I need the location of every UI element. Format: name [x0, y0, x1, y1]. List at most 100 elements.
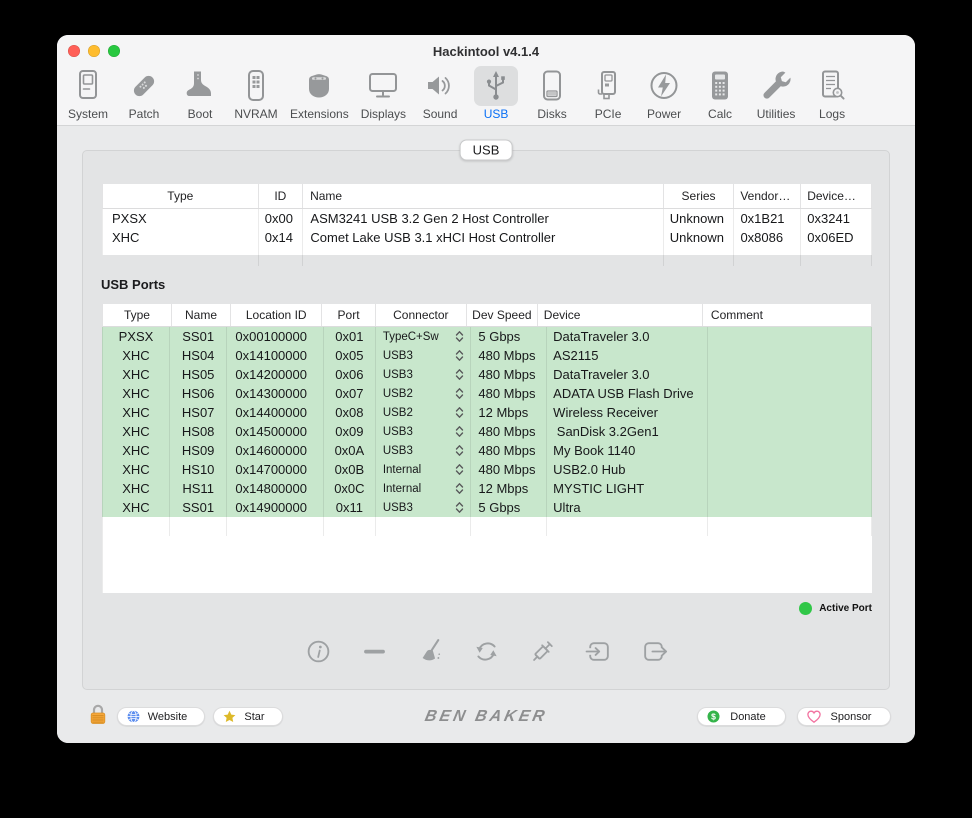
- usb-port-row[interactable]: XHC HS11 0x14800000 0x0C Internal 12 Mbp…: [102, 479, 872, 498]
- toolbar-item-extensions[interactable]: Extensions: [284, 66, 355, 121]
- cell-comment: [708, 498, 872, 517]
- column-header-type[interactable]: Type: [103, 184, 259, 208]
- nvram-icon: [234, 66, 278, 106]
- donate-button[interactable]: $ Donate: [697, 707, 786, 726]
- clean-button[interactable]: [417, 638, 444, 665]
- cell-name: ASM3241 USB 3.2 Gen 2 Host Controller: [303, 209, 664, 228]
- column-header-series[interactable]: Series: [664, 184, 735, 208]
- connector-popup[interactable]: TypeC+Sw: [376, 327, 472, 346]
- cell-series: Unknown: [664, 209, 735, 228]
- connector-popup[interactable]: USB3: [376, 365, 472, 384]
- connector-popup[interactable]: USB3: [376, 498, 472, 517]
- column-header-connector[interactable]: Connector: [376, 304, 467, 326]
- logs-icon: [810, 66, 854, 106]
- inject-icon: [532, 641, 553, 661]
- connector-popup[interactable]: Internal: [376, 460, 472, 479]
- usb-port-row[interactable]: XHC HS06 0x14300000 0x07 USB2 480 Mbps A…: [102, 384, 872, 403]
- usb-port-row[interactable]: XHC HS04 0x14100000 0x05 USB3 480 Mbps A…: [102, 346, 872, 365]
- toolbar-item-system[interactable]: System: [60, 66, 116, 121]
- usb-ports-section-title: USB Ports: [101, 277, 166, 292]
- toolbar-item-nvram[interactable]: NVRAM: [228, 66, 284, 121]
- stepper-icon: [456, 331, 464, 342]
- cell-port: 0x06: [324, 365, 376, 384]
- connector-value: USB3: [382, 368, 413, 381]
- toolbar-item-disks[interactable]: Disks: [524, 66, 580, 121]
- column-header-name[interactable]: Name: [303, 184, 664, 208]
- refresh-button[interactable]: [473, 638, 500, 665]
- cell-name: HS05: [170, 365, 228, 384]
- cell-port: 0x05: [324, 346, 376, 365]
- controller-row[interactable]: XHC 0x14 Comet Lake USB 3.1 xHCI Host Co…: [102, 228, 872, 247]
- usb-port-row[interactable]: PXSX SS01 0x00100000 0x01 TypeC+Sw 5 Gbp…: [102, 327, 872, 346]
- connector-popup[interactable]: USB3: [376, 346, 472, 365]
- close-button[interactable]: [68, 45, 80, 57]
- controller-row[interactable]: PXSX 0x00 ASM3241 USB 3.2 Gen 2 Host Con…: [102, 209, 872, 228]
- import-button[interactable]: [585, 638, 612, 665]
- info-button[interactable]: [305, 638, 332, 665]
- column-header-vendor[interactable]: Vendor…: [734, 184, 802, 208]
- usb-port-row[interactable]: XHC SS01 0x14900000 0x11 USB3 5 Gbps Ult…: [102, 498, 872, 517]
- column-header-comment[interactable]: Comment: [703, 304, 872, 326]
- column-header-id[interactable]: ID: [259, 184, 304, 208]
- toolbar-item-sound[interactable]: Sound: [412, 66, 468, 121]
- sponsor-button[interactable]: Sponsor: [797, 707, 891, 726]
- connector-popup[interactable]: Internal: [376, 479, 472, 498]
- usb-port-row[interactable]: XHC HS07 0x14400000 0x08 USB2 12 Mbps Wi…: [102, 403, 872, 422]
- usb-port-row[interactable]: XHC HS05 0x14200000 0x06 USB3 480 Mbps D…: [102, 365, 872, 384]
- connector-value: USB3: [382, 501, 413, 514]
- remove-button[interactable]: [361, 638, 388, 665]
- star-button[interactable]: Star: [213, 707, 283, 726]
- column-header-port[interactable]: Port: [322, 304, 376, 326]
- column-header-device[interactable]: Device: [538, 304, 703, 326]
- website-button[interactable]: Website: [117, 707, 205, 726]
- column-header-type[interactable]: Type: [103, 304, 172, 326]
- lock-icon[interactable]: [88, 703, 108, 731]
- inject-button[interactable]: [529, 638, 556, 665]
- toolbar-item-label: System: [67, 107, 108, 121]
- toolbar-item-power[interactable]: Power: [636, 66, 692, 121]
- toolbar-item-patch[interactable]: Patch: [116, 66, 172, 121]
- toolbar-item-boot[interactable]: Boot: [172, 66, 228, 121]
- usb-icon: [474, 66, 519, 106]
- cell-type: PXSX: [103, 209, 259, 228]
- zoom-button[interactable]: [108, 45, 120, 57]
- connector-popup[interactable]: USB3: [376, 422, 472, 441]
- cell-location-id: 0x14500000: [227, 422, 324, 441]
- toolbar-item-displays[interactable]: Displays: [355, 66, 412, 121]
- displays-icon: [361, 66, 405, 106]
- usb-port-row[interactable]: XHC HS09 0x14600000 0x0A USB3 480 Mbps M…: [102, 441, 872, 460]
- usb-port-row[interactable]: XHC HS10 0x14700000 0x0B Internal 480 Mb…: [102, 460, 872, 479]
- stepper-icon: [456, 483, 464, 494]
- stepper-icon: [456, 464, 464, 475]
- pcie-icon: [586, 66, 630, 106]
- column-header-name[interactable]: Name: [172, 304, 232, 326]
- cell-comment: [708, 460, 872, 479]
- export-button[interactable]: [641, 638, 668, 665]
- connector-popup[interactable]: USB3: [376, 441, 472, 460]
- column-header-device[interactable]: Device…: [801, 184, 872, 208]
- stepper-icon: [456, 445, 464, 456]
- usb-port-row[interactable]: XHC HS08 0x14500000 0x09 USB3 480 Mbps S…: [102, 422, 872, 441]
- column-header-dev-speed[interactable]: Dev Speed: [467, 304, 538, 326]
- cell-location-id: 0x00100000: [227, 327, 324, 346]
- toolbar-item-pcie[interactable]: PCIe: [580, 66, 636, 121]
- toolbar-item-utilities[interactable]: Utilities: [748, 66, 804, 121]
- connector-popup[interactable]: USB2: [376, 384, 472, 403]
- stepper-icon: [456, 407, 464, 418]
- minimize-button[interactable]: [88, 45, 100, 57]
- connector-popup[interactable]: USB2: [376, 403, 472, 422]
- patch-icon: [122, 66, 166, 106]
- cell-name: HS08: [170, 422, 228, 441]
- cell-dev-speed: 480 Mbps: [471, 422, 548, 441]
- cell-type: XHC: [103, 403, 170, 422]
- toolbar-item-label: Displays: [360, 107, 407, 121]
- tab-usb[interactable]: USB: [459, 139, 513, 161]
- toolbar-item-calc[interactable]: Calc: [692, 66, 748, 121]
- remove-icon: [363, 649, 385, 654]
- column-header-location-id[interactable]: Location ID: [231, 304, 323, 326]
- toolbar-item-usb[interactable]: USB: [468, 66, 524, 121]
- toolbar-item-logs[interactable]: Logs: [804, 66, 860, 121]
- window-title: Hackintool v4.1.4: [432, 44, 540, 59]
- cell-type: XHC: [103, 346, 170, 365]
- connector-value: Internal: [382, 463, 422, 476]
